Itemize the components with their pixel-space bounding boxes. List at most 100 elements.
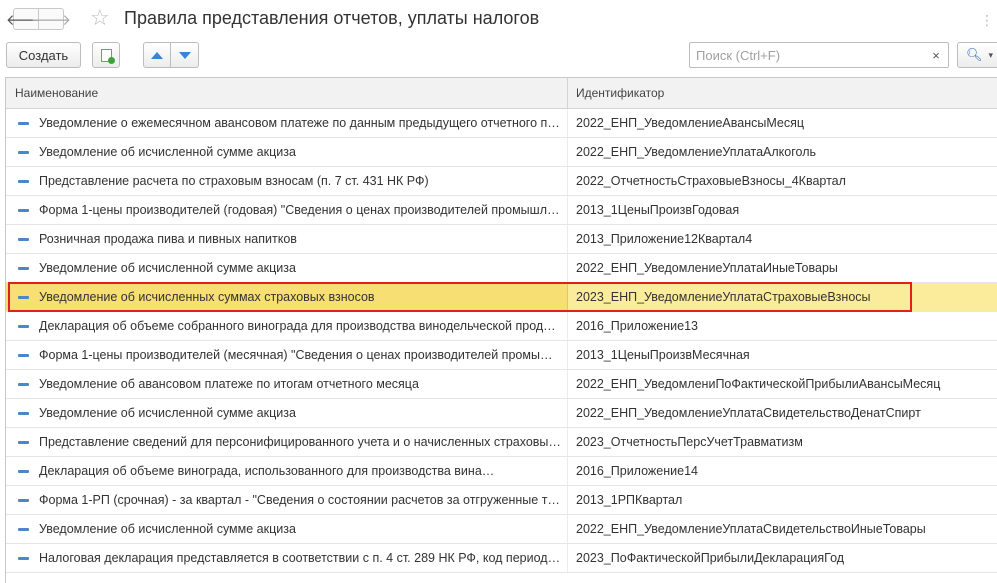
table-row[interactable]: Форма 1-РП (срочная) - за квартал - "Све…	[6, 486, 997, 515]
table-row[interactable]: Форма 1-цены производителей (годовая) "С…	[6, 196, 997, 225]
cell-name: Уведомление об исчисленной сумме акциза	[39, 406, 296, 420]
cell-name: Представление расчета по страховым взнос…	[39, 174, 429, 188]
cell-name: Уведомление об авансовом платеже по итог…	[39, 377, 419, 391]
highlight-frame	[8, 282, 912, 312]
table-row[interactable]: Налоговая декларация представляется в со…	[6, 544, 997, 573]
table-row[interactable]: Розничная продажа пива и пивных напитков…	[6, 225, 997, 254]
row-item-icon	[18, 122, 29, 125]
table-row[interactable]: Форма 1-цены производителей (месячная) "…	[6, 341, 997, 370]
row-item-icon	[18, 470, 29, 473]
create-button[interactable]: Создать	[6, 42, 81, 68]
cell-divider	[567, 399, 568, 427]
cell-divider	[567, 196, 568, 224]
command-bar: Создать × 🔍︎ ▾	[0, 38, 997, 74]
table-row[interactable]: Уведомление об авансовом платеже по итог…	[6, 370, 997, 399]
table-row[interactable]: Декларация об объеме винограда, использо…	[6, 457, 997, 486]
chevron-down-icon: ▾	[988, 49, 994, 60]
table-row[interactable]: Уведомление об исчисленной сумме акциза 2…	[6, 399, 997, 428]
cell-identifier: 2023_ОтчетностьПерсУчетТравматизм	[576, 435, 803, 449]
row-item-icon	[18, 383, 29, 386]
table-row[interactable]: Уведомление об исчисленной сумме акциза 2…	[6, 138, 997, 167]
cell-divider	[567, 544, 568, 572]
move-down-button[interactable]	[171, 42, 199, 68]
cell-name: Форма 1-цены производителей (годовая) "С…	[39, 203, 561, 217]
cell-identifier: 2022_ЕНП_УведомлениПоФактическойПрибылиА…	[576, 377, 941, 391]
row-item-icon	[18, 325, 29, 328]
cell-identifier: 2022_ЕНП_УведомлениеУплатаСвидетельствоИ…	[576, 522, 926, 536]
search-box: ×	[689, 42, 949, 68]
copy-document-icon	[100, 48, 115, 64]
cell-identifier: 2022_ОтчетностьСтраховыеВзносы_4Квартал	[576, 174, 846, 188]
row-item-icon	[18, 441, 29, 444]
clear-search-icon[interactable]: ×	[924, 43, 948, 67]
cell-divider	[567, 109, 568, 137]
cell-identifier: 2016_Приложение13	[576, 319, 698, 333]
rules-table: Наименование Идентификатор Уведомление о…	[5, 77, 997, 583]
cell-name: Декларация об объеме винограда, использо…	[39, 464, 495, 478]
cell-divider	[567, 254, 568, 282]
search-input[interactable]	[690, 43, 926, 67]
cell-divider	[567, 167, 568, 195]
row-item-icon	[18, 267, 29, 270]
arrow-down-icon	[178, 51, 191, 59]
cell-divider	[567, 486, 568, 514]
table-row[interactable]: Уведомление об исчисленной сумме акциза 2…	[6, 515, 997, 544]
cell-name: Уведомление об исчисленной сумме акциза	[39, 522, 296, 536]
table-header: Наименование Идентификатор	[6, 78, 997, 109]
column-header-name[interactable]: Наименование	[15, 78, 98, 108]
cell-identifier: 2022_ЕНП_УведомлениеАвансыМесяц	[576, 116, 805, 130]
cell-identifier: 2022_ЕНП_УведомлениеУплатаАлкоголь	[576, 145, 817, 159]
cell-identifier: 2013_Приложение12Квартал4	[576, 232, 753, 246]
forward-button[interactable]: 🡒	[31, 8, 71, 30]
title-bar: 🡐 🡒 ☆ Правила представления отчетов, упл…	[0, 0, 997, 38]
copy-button[interactable]	[92, 42, 120, 68]
search-button[interactable]: 🔍︎ ▾	[957, 42, 997, 68]
cell-name: Налоговая декларация представляется в со…	[39, 551, 561, 565]
cell-divider	[567, 457, 568, 485]
cell-name: Уведомление об исчисленной сумме акциза	[39, 145, 296, 159]
table-row[interactable]: Представление расчета по страховым взнос…	[6, 167, 997, 196]
cell-identifier: 2013_1ЦеныПроизвГодовая	[576, 203, 740, 217]
cell-name: Форма 1-цены производителей (месячная) "…	[39, 348, 561, 362]
cell-name: Уведомление об исчисленной сумме акциза	[39, 261, 296, 275]
cell-divider	[567, 138, 568, 166]
cell-divider	[567, 341, 568, 369]
row-item-icon	[18, 238, 29, 241]
table-row[interactable]: Уведомление о ежемесячном авансовом плат…	[6, 109, 997, 138]
row-item-icon	[18, 354, 29, 357]
column-header-identifier[interactable]: Идентификатор	[576, 78, 664, 108]
row-item-icon	[18, 412, 29, 415]
search-icon: 🔍︎	[966, 47, 983, 62]
row-item-icon	[18, 151, 29, 154]
table-row[interactable]: Представление сведений для персонифициро…	[6, 428, 997, 457]
cell-divider	[567, 370, 568, 398]
arrow-up-icon	[151, 51, 163, 59]
cell-identifier: 2022_ЕНП_УведомлениеУплатаСвидетельствоД…	[576, 406, 921, 420]
cell-identifier: 2023_ПоФактическойПрибылиДекларацияГод	[576, 551, 845, 565]
cell-identifier: 2022_ЕНП_УведомлениеУплатаИныеТовары	[576, 261, 838, 275]
cell-name: Форма 1-РП (срочная) - за квартал - "Све…	[39, 493, 561, 507]
row-item-icon	[18, 499, 29, 502]
more-icon[interactable]: ⋮	[980, 12, 994, 29]
cell-name: Уведомление о ежемесячном авансовом плат…	[39, 116, 561, 130]
row-item-icon	[18, 528, 29, 531]
cell-identifier: 2013_1РПКвартал	[576, 493, 683, 507]
favorite-star-icon[interactable]: ☆	[90, 7, 110, 29]
row-item-icon	[18, 557, 29, 560]
table-row[interactable]: Декларация об объеме собранного виноград…	[6, 312, 997, 341]
cell-divider	[567, 225, 568, 253]
row-item-icon	[18, 180, 29, 183]
column-divider[interactable]	[567, 78, 568, 108]
cell-divider	[567, 312, 568, 340]
cell-name: Розничная продажа пива и пивных напитков	[39, 232, 297, 246]
move-up-button[interactable]	[143, 42, 171, 68]
cell-divider	[567, 515, 568, 543]
page-title: Правила представления отчетов, уплаты на…	[124, 8, 540, 28]
cell-name: Представление сведений для персонифициро…	[39, 435, 561, 449]
table-row[interactable]: Уведомление об исчисленной сумме акциза 2…	[6, 254, 997, 283]
arrow-right-icon: 🡒	[30, 11, 72, 29]
cell-identifier: 2013_1ЦеныПроизвМесячная	[576, 348, 750, 362]
row-item-icon	[18, 209, 29, 212]
cell-identifier: 2016_Приложение14	[576, 464, 698, 478]
cell-name: Декларация об объеме собранного виноград…	[39, 319, 561, 333]
